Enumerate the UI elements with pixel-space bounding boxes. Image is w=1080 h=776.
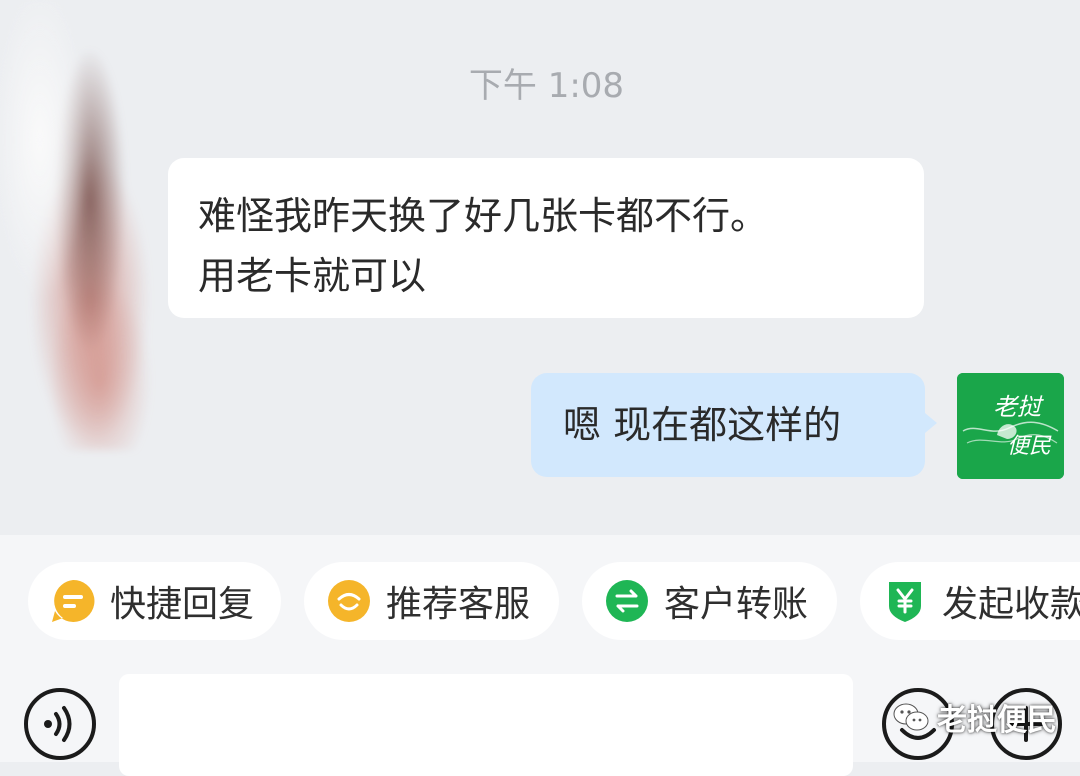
quick-reply-icon: [52, 579, 95, 622]
collect-payment-button[interactable]: 发起收款: [860, 562, 1080, 640]
own-avatar[interactable]: 老挝 便民: [957, 373, 1064, 479]
transfer-icon: [606, 580, 648, 622]
customer-transfer-button[interactable]: 客户转账: [582, 562, 837, 640]
svg-text:老挝: 老挝: [993, 393, 1044, 421]
incoming-message-line: 用老卡就可以: [198, 254, 427, 298]
voice-icon[interactable]: [22, 686, 98, 762]
recommend-service-icon: [328, 580, 370, 622]
collect-payment-icon: [889, 582, 921, 622]
quick-reply-button[interactable]: 快捷回复: [28, 562, 281, 640]
recommend-service-label: 推荐客服: [386, 584, 531, 625]
input-bar: 老挝便民: [0, 660, 1080, 776]
quick-action-bar: 快捷回复 推荐客服 客户转账 发起收款: [0, 535, 1080, 660]
avatar-logo-icon: 老挝 便民: [957, 373, 1064, 479]
chat-area: 下午 1:08 难怪我昨天换了好几张卡都不行。 用老卡就可以 嗯 现在都这样的 …: [0, 0, 1080, 535]
recommend-service-button[interactable]: 推荐客服: [304, 562, 559, 640]
incoming-message-bubble[interactable]: 难怪我昨天换了好几张卡都不行。 用老卡就可以: [168, 158, 924, 318]
wechat-icon: [893, 703, 929, 731]
incoming-message-line: 难怪我昨天换了好几张卡都不行。: [198, 194, 769, 238]
customer-transfer-label: 客户转账: [664, 584, 809, 625]
svg-text:便民: 便民: [1007, 434, 1052, 459]
message-input[interactable]: [119, 674, 853, 776]
watermark-label: 老挝便民: [937, 703, 1057, 738]
collect-payment-label: 发起收款: [942, 584, 1080, 625]
watermark: 老挝便民: [893, 695, 1057, 739]
message-timestamp: 下午 1:08: [468, 66, 625, 106]
quick-reply-label: 快捷回复: [110, 584, 255, 625]
outgoing-message-bubble[interactable]: 嗯 现在都这样的: [531, 373, 937, 477]
